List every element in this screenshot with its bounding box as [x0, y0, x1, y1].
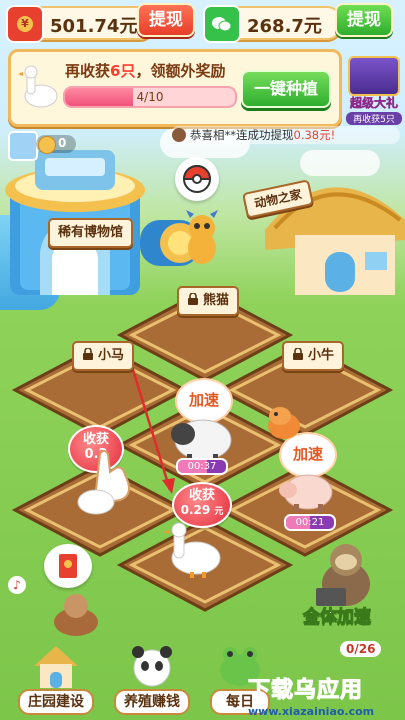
red-envelope-withdraw-button[interactable]: 提现	[137, 3, 195, 37]
turtle-character	[54, 594, 98, 636]
gift-box-icon	[348, 56, 400, 96]
red-envelope-icon	[59, 554, 77, 578]
lock-icon	[293, 348, 303, 360]
coin-icon	[38, 136, 56, 154]
red-envelope-icon: ¥	[6, 5, 44, 43]
music-button[interactable]: ♪	[8, 576, 26, 594]
red-envelope-amount: 501.74元	[50, 16, 138, 37]
yuan-symbol: ¥	[17, 16, 33, 32]
all-speedup-label[interactable]: 全体加速	[303, 602, 372, 628]
avatar[interactable]	[8, 131, 38, 161]
withdraw-ticker: 恭喜相**连成功提现0.38元!	[170, 126, 400, 144]
task-progress-bar: 4/10	[63, 86, 237, 108]
plot-sign-cattle[interactable]: 小牛	[282, 341, 345, 371]
nav-manor-build[interactable]: 庄园建设	[18, 640, 94, 720]
task-title: 再收获6只，领额外奖励	[65, 62, 226, 80]
dinosaur-animal	[268, 407, 300, 439]
super-gift-widget[interactable]: 超级大礼 再收获5只	[346, 56, 402, 125]
sheep-timer: 00:37	[176, 458, 228, 475]
pig-animal[interactable]	[276, 468, 336, 514]
plot-sign-label: 熊猫	[203, 293, 230, 308]
wechat-withdraw-button[interactable]: 提现	[335, 3, 393, 37]
harvest-value: 0.29 元	[180, 503, 224, 517]
dragon-character	[186, 210, 218, 264]
plot-sign-label: 小牛	[308, 348, 335, 363]
coin-counter: 0	[36, 135, 76, 154]
plot-sign-horse[interactable]: 小马	[72, 341, 135, 371]
wechat-amount: 268.7元	[247, 16, 322, 37]
ticker-amount: 0.38元!	[293, 128, 336, 142]
harvest-label: 收获	[188, 488, 215, 503]
house-icon	[34, 646, 78, 688]
animal-house-building	[265, 187, 405, 295]
pokeball-icon	[182, 165, 212, 193]
goose-animal-2[interactable]	[160, 522, 226, 578]
one-click-plant-button[interactable]: 一键种植	[241, 70, 331, 108]
red-envelope-bubble[interactable]	[44, 544, 92, 588]
lock-icon	[83, 348, 93, 360]
wechat-balance: 268.7元	[203, 5, 342, 43]
ticker-message: 恭喜相**连成功提现	[190, 128, 294, 142]
task-progress-label: 4/10	[136, 90, 164, 104]
panda-icon	[132, 646, 172, 687]
counter-badge: 0/26	[340, 641, 382, 657]
harvest-task-panel: 再收获6只，领额外奖励 4/10 一键种植	[8, 49, 342, 127]
sheep-timer-text: 00:37	[187, 461, 217, 472]
game-scene: 稀有博物馆 动物之家 熊猫 小马 小牛 加速 加速 00:37 00:21 收获…	[0, 0, 405, 720]
watermark-url: www.xiazainiao.com	[248, 705, 375, 718]
nav-label: 养殖赚钱	[114, 689, 190, 715]
pig-timer-text: 00:21	[295, 517, 325, 528]
harvest-label: 收获	[82, 432, 109, 447]
red-envelope-balance: ¥ 501.74元	[6, 5, 155, 43]
goose-icon	[18, 65, 58, 108]
pig-timer: 00:21	[284, 514, 336, 531]
lock-icon	[188, 293, 198, 305]
nav-label: 庄园建设	[18, 689, 94, 715]
plot-sign-panda[interactable]: 熊猫	[177, 286, 240, 316]
sloth-character	[316, 544, 370, 606]
pokeball-bubble[interactable]	[175, 157, 219, 201]
super-gift-subtitle: 再收获5只	[346, 112, 402, 125]
sheep-animal[interactable]	[165, 412, 235, 464]
museum-sign[interactable]: 稀有博物馆	[48, 218, 134, 248]
goose-animal-1[interactable]	[72, 476, 118, 516]
plot-sign-label: 小马	[98, 348, 125, 363]
nav-breed-earn[interactable]: 养殖赚钱	[114, 640, 190, 720]
watermark-logo: 下载乌应用 www.xiazainiao.com	[248, 672, 400, 719]
wechat-icon	[203, 5, 241, 43]
watermark-text: 下载乌应用	[248, 678, 364, 704]
super-gift-title: 超级大礼	[349, 96, 399, 111]
ticker-avatar	[172, 128, 186, 142]
coin-count: 0	[58, 136, 67, 150]
